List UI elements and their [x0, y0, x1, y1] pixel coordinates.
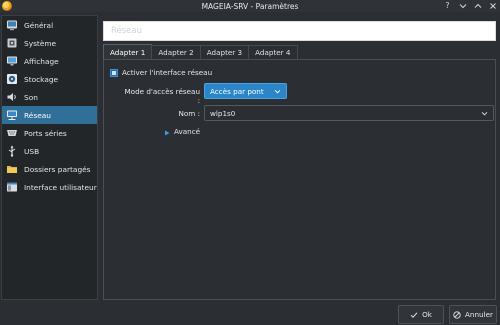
enable-adapter-label: Activer l'interface réseau	[122, 68, 213, 77]
adapter-panel: Activer l'interface réseau Mode d'accès …	[103, 59, 496, 300]
settings-sidebar: Général Système Affichage Stockage Son R…	[1, 15, 98, 300]
chevron-down-icon	[481, 110, 488, 117]
cancel-label: Annuler	[465, 310, 493, 319]
tab-adapter-3[interactable]: Adapter 3	[199, 45, 250, 59]
sidebar-item-user-interface[interactable]: Interface utilisateur	[2, 178, 97, 196]
storage-icon	[6, 73, 18, 85]
sidebar-item-usb[interactable]: USB	[2, 142, 97, 160]
sidebar-item-storage[interactable]: Stockage	[2, 70, 97, 88]
sidebar-item-label: Stockage	[24, 74, 59, 84]
checkmark-icon	[410, 311, 418, 319]
adapter-tabs: Adapter 1 Adapter 2 Adapter 3 Adapter 4	[103, 44, 298, 59]
maximize-icon[interactable]	[473, 2, 482, 11]
attachment-mode-value: Accès par pont	[210, 86, 264, 96]
virtualbox-app-icon	[2, 1, 12, 11]
sidebar-item-general[interactable]: Général	[2, 16, 97, 34]
window-controls: ?	[443, 0, 497, 12]
attachment-mode-select[interactable]: Accès par pont	[204, 83, 287, 99]
cancel-button[interactable]: Annuler	[449, 305, 497, 324]
sidebar-item-audio[interactable]: Son	[2, 88, 97, 106]
sidebar-item-label: Affichage	[24, 56, 59, 66]
general-icon	[6, 19, 18, 31]
expand-arrow-icon	[164, 129, 170, 135]
adapter-name-select[interactable]: wlp1s0	[204, 105, 494, 121]
sidebar-item-label: Réseau	[24, 110, 51, 120]
sidebar-item-shared-folders[interactable]: Dossiers partagés	[2, 160, 97, 178]
attachment-mode-label: Mode d'accès réseau :	[124, 87, 200, 105]
adapter-name-label: Nom :	[178, 109, 200, 118]
section-header: Réseau	[103, 21, 496, 41]
sidebar-item-label: USB	[24, 146, 40, 156]
help-icon[interactable]: ?	[443, 2, 452, 11]
checkbox-check-mark	[112, 70, 116, 75]
adapter-name-value: wlp1s0	[210, 108, 236, 118]
sidebar-item-label: Son	[24, 92, 38, 102]
system-icon	[6, 37, 18, 49]
window-title: MAGEIA-SRV - Paramètres	[201, 1, 299, 11]
sidebar-item-label: Système	[24, 38, 57, 48]
tab-label: Adapter 4	[255, 48, 291, 57]
usb-icon	[6, 145, 18, 157]
ok-button[interactable]: Ok	[398, 305, 444, 324]
user-interface-icon	[6, 181, 18, 193]
enable-adapter-checkbox[interactable]	[110, 68, 118, 77]
sidebar-item-serial-ports[interactable]: Ports séries	[2, 124, 97, 142]
sidebar-item-display[interactable]: Affichage	[2, 52, 97, 70]
sidebar-item-label: Ports séries	[24, 128, 67, 138]
tab-adapter-1[interactable]: Adapter 1	[103, 44, 153, 59]
title-bar: MAGEIA-SRV - Paramètres ?	[0, 0, 500, 12]
display-icon	[6, 55, 18, 67]
advanced-toggle[interactable]: Avancé	[164, 127, 200, 136]
chevron-down-icon	[274, 88, 281, 95]
minimize-icon[interactable]	[458, 2, 467, 11]
enable-adapter-row[interactable]: Activer l'interface réseau	[110, 68, 212, 77]
sidebar-item-label: Dossiers partagés	[24, 164, 91, 174]
serial-ports-icon	[6, 127, 18, 139]
tab-label: Adapter 1	[110, 47, 146, 57]
network-icon	[6, 109, 18, 121]
tab-label: Adapter 3	[206, 48, 243, 57]
page-title: Réseau	[111, 26, 143, 36]
sidebar-item-network[interactable]: Réseau	[2, 106, 97, 124]
close-icon[interactable]	[488, 2, 497, 11]
sidebar-item-system[interactable]: Système	[2, 34, 97, 52]
shared-folders-icon	[6, 163, 18, 175]
tab-label: Adapter 2	[158, 48, 194, 57]
tab-adapter-4[interactable]: Adapter 4	[248, 45, 298, 59]
sidebar-item-label: Interface utilisateur	[24, 182, 97, 192]
audio-icon	[6, 91, 18, 103]
advanced-label: Avancé	[174, 127, 201, 136]
sidebar-item-label: Général	[24, 20, 54, 30]
cancel-icon	[453, 310, 461, 319]
ok-label: Ok	[422, 310, 432, 319]
tab-adapter-2[interactable]: Adapter 2	[151, 45, 201, 59]
